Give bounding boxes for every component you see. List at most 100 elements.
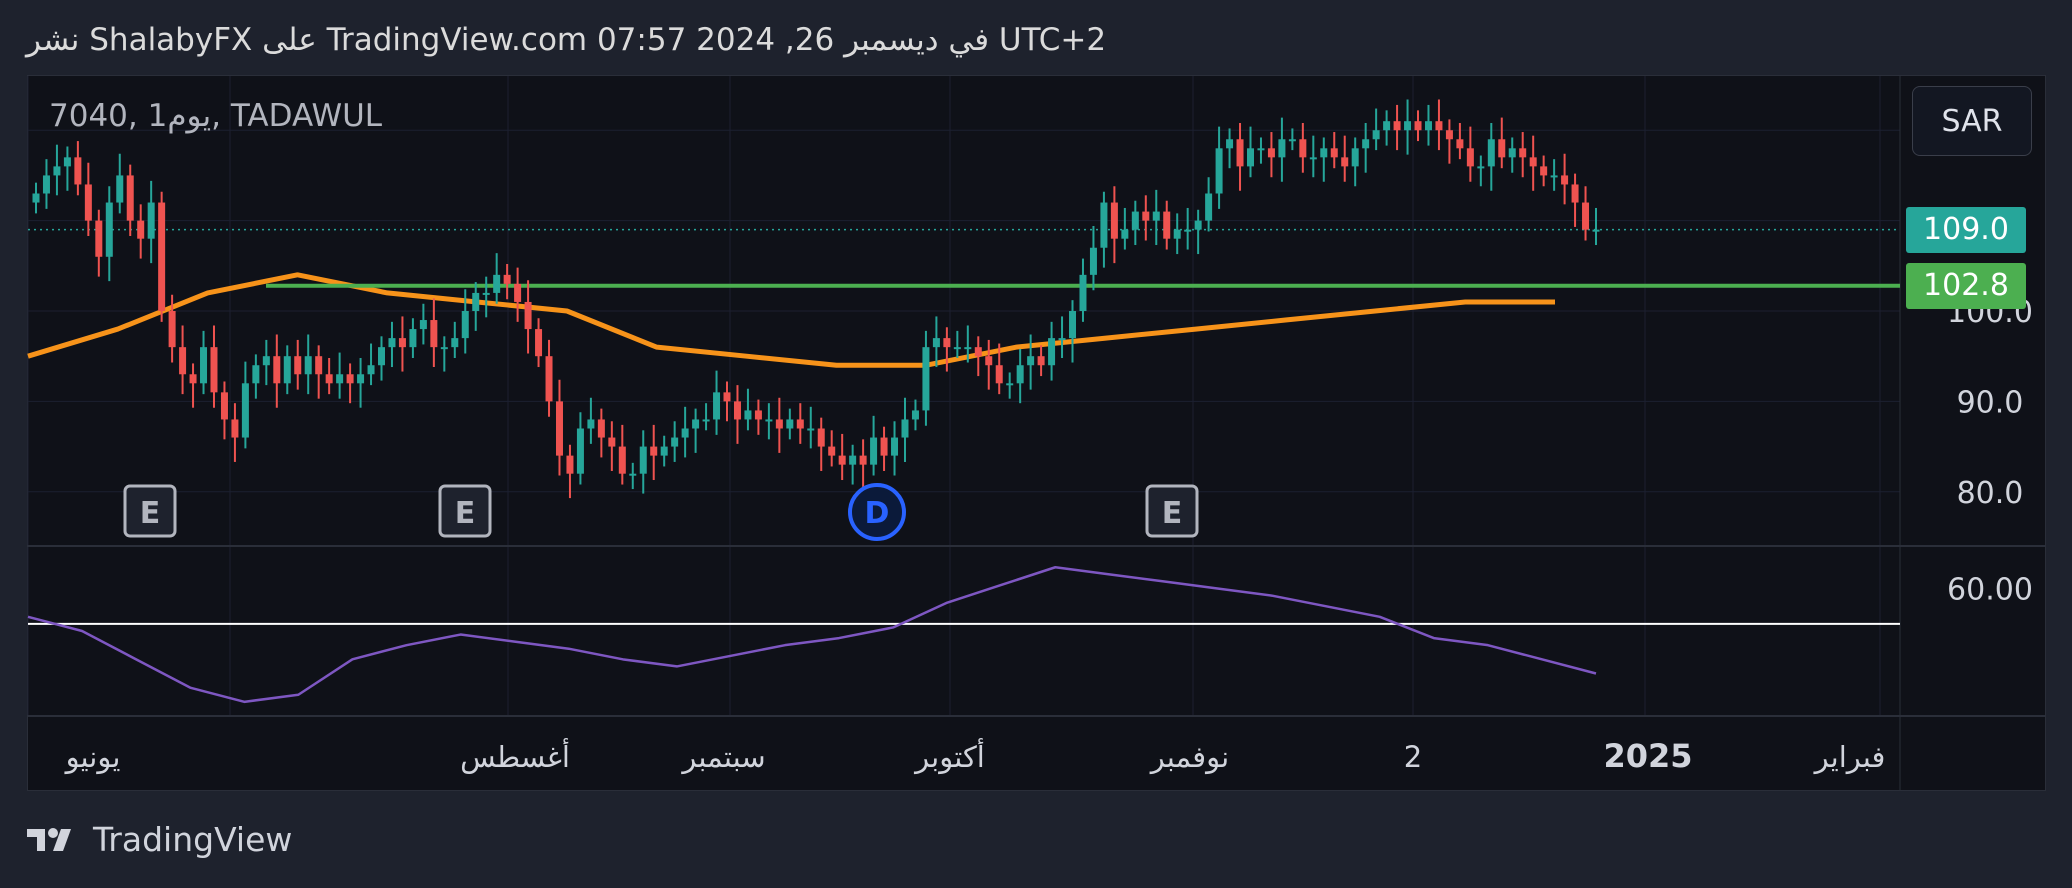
candle-body <box>891 437 899 456</box>
candle-body <box>1110 202 1118 239</box>
candle-body <box>1414 121 1422 131</box>
candle-body <box>807 428 815 431</box>
candle-body <box>147 202 155 239</box>
candle-body <box>1194 220 1202 230</box>
candle-body <box>1592 229 1600 232</box>
candle-body <box>315 356 323 375</box>
candle-body <box>1048 338 1056 366</box>
candle-body <box>681 428 689 438</box>
candle-body <box>1131 211 1139 230</box>
candle-body <box>325 374 333 384</box>
candle-body <box>1445 130 1453 140</box>
candle-body <box>1267 148 1275 158</box>
footer-brand: TradingView <box>93 820 293 859</box>
candle-body <box>1079 274 1087 311</box>
candle-body <box>388 338 396 348</box>
candle-body <box>1016 365 1024 384</box>
candle-body <box>472 292 480 311</box>
candle-body <box>451 338 459 348</box>
candle-body <box>1582 202 1590 230</box>
candle-body <box>1226 139 1234 149</box>
x-tick-label: سبتمبر <box>680 740 765 774</box>
candle-body <box>262 356 270 366</box>
tradingview-logo[interactable]: TradingView <box>27 820 292 859</box>
x-tick-label: أغسطس <box>460 737 570 774</box>
candle-body <box>231 419 239 438</box>
candle-body <box>1257 148 1265 151</box>
candle-body <box>1424 121 1432 131</box>
candle-body <box>1309 157 1317 160</box>
candle-body <box>1529 157 1537 167</box>
candle-body <box>723 392 731 402</box>
candle-body <box>1477 166 1485 169</box>
candle-body <box>1393 121 1401 131</box>
candle-body <box>859 455 867 465</box>
candle-body <box>1027 356 1035 366</box>
candle-body <box>1362 139 1370 149</box>
earnings-marker-label: E <box>140 496 161 531</box>
candle-body <box>608 437 616 447</box>
candle-body <box>74 157 82 185</box>
candle-body <box>671 437 679 447</box>
candle-body <box>1508 148 1516 158</box>
candle-body <box>1487 139 1495 167</box>
candle-body <box>158 202 166 311</box>
candle-body <box>838 455 846 465</box>
candle-body <box>419 320 427 330</box>
support-price-tag: 102.8 <box>1906 262 2026 309</box>
candle-body <box>1330 148 1338 158</box>
candle-body <box>116 175 124 203</box>
currency-button[interactable]: SAR <box>1912 86 2032 156</box>
candle-body <box>1205 193 1213 221</box>
symbol-label[interactable]: 7040, 1يوم, TADAWUL <box>49 98 382 134</box>
candle-body <box>378 347 386 366</box>
candle-body <box>493 274 501 293</box>
candle-body <box>1278 139 1286 158</box>
candle-body <box>409 329 417 348</box>
earnings-marker-label: E <box>455 496 476 531</box>
candle-body <box>189 374 197 384</box>
candle-body <box>42 175 50 194</box>
candle-body <box>1571 184 1579 203</box>
candle-body <box>200 347 208 384</box>
candle-body <box>964 347 972 350</box>
candle-body <box>1498 139 1506 158</box>
candle-body <box>514 283 522 302</box>
candle-body <box>1152 211 1160 221</box>
candle-body <box>1006 383 1014 386</box>
candle-body <box>1320 148 1328 158</box>
candle-body <box>95 220 103 257</box>
candle-body <box>660 446 668 456</box>
candle-body <box>901 419 909 438</box>
candle-body <box>1466 148 1474 167</box>
last-price-tag: 109.0 <box>1906 206 2026 253</box>
candle-body <box>985 356 993 366</box>
candle-body <box>346 374 354 384</box>
x-tick-label: نوفمبر <box>1149 740 1229 774</box>
candle-body <box>576 428 584 474</box>
candle-body <box>1246 148 1254 167</box>
candle-body <box>1372 130 1380 140</box>
candle-body <box>1089 247 1097 275</box>
candle-body <box>1550 175 1558 178</box>
dividend-marker-label: D <box>865 496 890 531</box>
candle-body <box>210 347 218 393</box>
rsi-tick-label: 60.00 <box>1947 573 2033 608</box>
candle-body <box>336 374 344 384</box>
candle-body <box>817 428 825 447</box>
candle-body <box>911 410 919 420</box>
candle-body <box>294 356 302 375</box>
candle-body <box>430 320 438 348</box>
candle-body <box>482 292 490 295</box>
candle-body <box>545 356 553 402</box>
candle-body <box>1173 229 1181 239</box>
candle-body <box>597 419 605 438</box>
candle-body <box>1037 356 1045 366</box>
y-tick-label: 90.0 <box>1957 385 2024 420</box>
x-tick-label: 2025 <box>1603 737 1692 775</box>
candle-body <box>105 202 113 257</box>
candle-body <box>702 419 710 422</box>
candle-body <box>1100 202 1108 248</box>
candle-body <box>126 175 134 221</box>
x-tick-label: فبراير <box>1813 740 1886 774</box>
